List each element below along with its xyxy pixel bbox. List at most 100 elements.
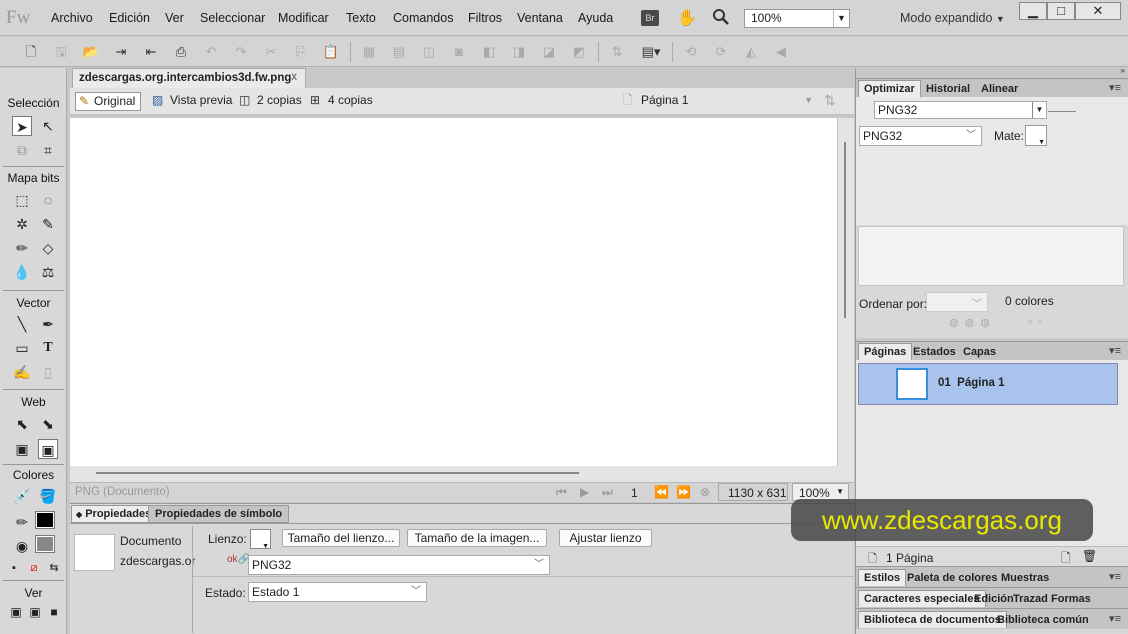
- hotspot-tool-icon[interactable]: ⬉: [12, 414, 32, 434]
- menu-archivo[interactable]: Archivo: [51, 11, 93, 25]
- state-select[interactable]: Estado 1 ﹀: [248, 582, 427, 602]
- tab-capas[interactable]: Capas: [958, 344, 1001, 361]
- canvas[interactable]: [70, 118, 837, 466]
- pointer-tool-icon[interactable]: ➤: [12, 116, 32, 136]
- import-icon[interactable]: ⇥: [112, 43, 130, 61]
- new-icon[interactable]: 🗋: [22, 43, 40, 61]
- view-4up-button[interactable]: ⊞ 4 copias: [310, 92, 376, 111]
- split-icon[interactable]: ◩: [570, 43, 588, 61]
- paint-bucket-icon[interactable]: 🪣: [38, 486, 58, 506]
- print-icon[interactable]: ⎙: [172, 43, 190, 61]
- tab-estados[interactable]: Estados: [908, 344, 961, 361]
- canvas-color-swatch[interactable]: ▼: [250, 529, 271, 550]
- bridge-button[interactable]: Br: [641, 10, 659, 26]
- play-icon[interactable]: ▶: [580, 485, 589, 499]
- page-select[interactable]: 🗋 Página 1 ▼: [623, 92, 823, 111]
- menu-ayuda[interactable]: Ayuda: [578, 11, 613, 25]
- menu-texto[interactable]: Texto: [346, 11, 376, 25]
- full-screen-menu-icon[interactable]: ▣: [25, 602, 45, 622]
- tab-biblioteca-comun[interactable]: Biblioteca común: [992, 612, 1094, 629]
- paste-icon[interactable]: 📋: [322, 43, 340, 61]
- vertical-scroll-thumb[interactable]: [844, 142, 846, 318]
- fill-color-icon[interactable]: ◉: [12, 536, 32, 556]
- save-icon[interactable]: 🖫: [52, 43, 70, 61]
- tab-paleta-colores[interactable]: Paleta de colores: [902, 570, 1003, 587]
- crop-path-icon[interactable]: ◪: [540, 43, 558, 61]
- sort-select[interactable]: ﹀: [926, 292, 988, 312]
- zoom-icon[interactable]: [712, 8, 730, 26]
- panel-menu-icon[interactable]: ▾≡: [1109, 81, 1121, 94]
- matte-swatch[interactable]: ▼: [1025, 125, 1047, 146]
- first-frame-icon[interactable]: ⏮: [556, 485, 567, 500]
- copy-icon[interactable]: ⎘: [292, 43, 310, 61]
- tab-optimizar[interactable]: Optimizar: [858, 80, 921, 97]
- brush-tool-icon[interactable]: ✎: [38, 214, 58, 234]
- menu-ventana[interactable]: Ventana: [517, 11, 563, 25]
- export-format-select[interactable]: PNG32 ﹀: [248, 555, 550, 575]
- cut-icon[interactable]: ✂: [262, 43, 280, 61]
- union-icon[interactable]: ◙: [450, 43, 468, 61]
- menu-ver[interactable]: Ver: [165, 11, 184, 25]
- slice-tool-icon[interactable]: ⬊: [38, 414, 58, 434]
- tab-propiedades-simbolo[interactable]: Propiedades de símbolo: [148, 505, 290, 523]
- canvas-size-button[interactable]: Tamaño del lienzo...: [282, 529, 400, 547]
- trash-icon[interactable]: 🗑: [1082, 549, 1097, 563]
- page-row[interactable]: 01 Página 1: [858, 363, 1118, 405]
- freeform-tool-icon[interactable]: ✍: [12, 362, 32, 382]
- menu-filtros[interactable]: Filtros: [468, 11, 502, 25]
- standard-screen-icon[interactable]: ▣: [6, 602, 26, 622]
- redo-icon[interactable]: ↷: [232, 43, 250, 61]
- prev-frame-icon[interactable]: ⏪: [654, 485, 669, 499]
- color-tools-icons[interactable]: ◍◍◍: [949, 316, 996, 329]
- ungroup-icon[interactable]: ▤: [390, 43, 408, 61]
- last-frame-icon[interactable]: ⏭: [602, 485, 613, 500]
- view-original-button[interactable]: ✎ Original: [75, 92, 141, 111]
- close-icon[interactable]: x: [291, 71, 297, 83]
- crop-tool-icon[interactable]: ⌗: [38, 140, 58, 160]
- tab-historial[interactable]: Historial: [921, 81, 975, 98]
- close-button[interactable]: ✕: [1075, 2, 1121, 20]
- menu-comandos[interactable]: Comandos: [393, 11, 453, 25]
- menu-modificar[interactable]: Modificar: [278, 11, 329, 25]
- color-add-delete-icons[interactable]: ▫▫: [1028, 316, 1048, 328]
- show-hotspots-icon[interactable]: ▣: [38, 439, 58, 459]
- menu-edicion[interactable]: Edición: [109, 11, 150, 25]
- open-icon[interactable]: 📂: [82, 43, 100, 61]
- arrange-icon[interactable]: ⇅: [608, 43, 626, 61]
- next-frame-icon[interactable]: ⏩: [676, 485, 691, 499]
- tab-paginas[interactable]: Páginas: [858, 343, 913, 360]
- stamp-tool-icon[interactable]: ⚖: [38, 262, 58, 282]
- pencil-tool-icon[interactable]: ✏: [12, 238, 32, 258]
- flip-vertical-icon[interactable]: ◀: [772, 43, 790, 61]
- swap-colors-icon[interactable]: ⇆: [44, 558, 64, 578]
- hand-icon[interactable]: ✋: [677, 8, 697, 28]
- workspace-mode[interactable]: Modo expandido ▼: [900, 11, 1005, 25]
- rotate-left-icon[interactable]: ⟲: [682, 43, 700, 61]
- stroke-color-swatch[interactable]: [35, 511, 55, 529]
- scale-tool-icon[interactable]: ⧉: [12, 140, 32, 160]
- no-color-icon[interactable]: ⧄: [24, 558, 44, 578]
- eyedropper-tool-icon[interactable]: 💉: [12, 486, 32, 506]
- pen-tool-icon[interactable]: ✒: [38, 314, 58, 334]
- tab-propiedades[interactable]: ◆ Propiedades: [71, 505, 159, 523]
- horizontal-scrollbar[interactable]: [70, 466, 854, 482]
- lasso-tool-icon[interactable]: ◌: [38, 190, 58, 210]
- blur-tool-icon[interactable]: 💧: [12, 262, 32, 282]
- tab-caracteres-especiales[interactable]: Caracteres especiales: [858, 590, 986, 607]
- intersect-icon[interactable]: ◨: [510, 43, 528, 61]
- fit-canvas-button[interactable]: Ajustar lienzo: [559, 529, 652, 547]
- undo-icon[interactable]: ↶: [202, 43, 220, 61]
- preset-select[interactable]: PNG32 ▼: [874, 101, 1047, 119]
- marquee-tool-icon[interactable]: ⬚: [12, 190, 32, 210]
- group-icon[interactable]: ▦: [360, 43, 378, 61]
- tab-estilos[interactable]: Estilos: [858, 569, 907, 586]
- page-nav-icon[interactable]: ⇅: [824, 92, 836, 109]
- tab-muestras[interactable]: Muestras: [996, 570, 1054, 587]
- menu-seleccionar[interactable]: Seleccionar: [200, 11, 265, 25]
- full-screen-icon[interactable]: ■: [44, 602, 64, 622]
- align-icon[interactable]: ▤▾: [638, 43, 664, 61]
- zoom-select[interactable]: 100% ▼: [744, 9, 850, 28]
- document-tab[interactable]: zdescargas.org.intercambios3d.fw.png x: [72, 68, 306, 88]
- default-colors-icon[interactable]: ▪: [4, 558, 24, 578]
- format-select[interactable]: PNG32 ﹀: [859, 126, 982, 146]
